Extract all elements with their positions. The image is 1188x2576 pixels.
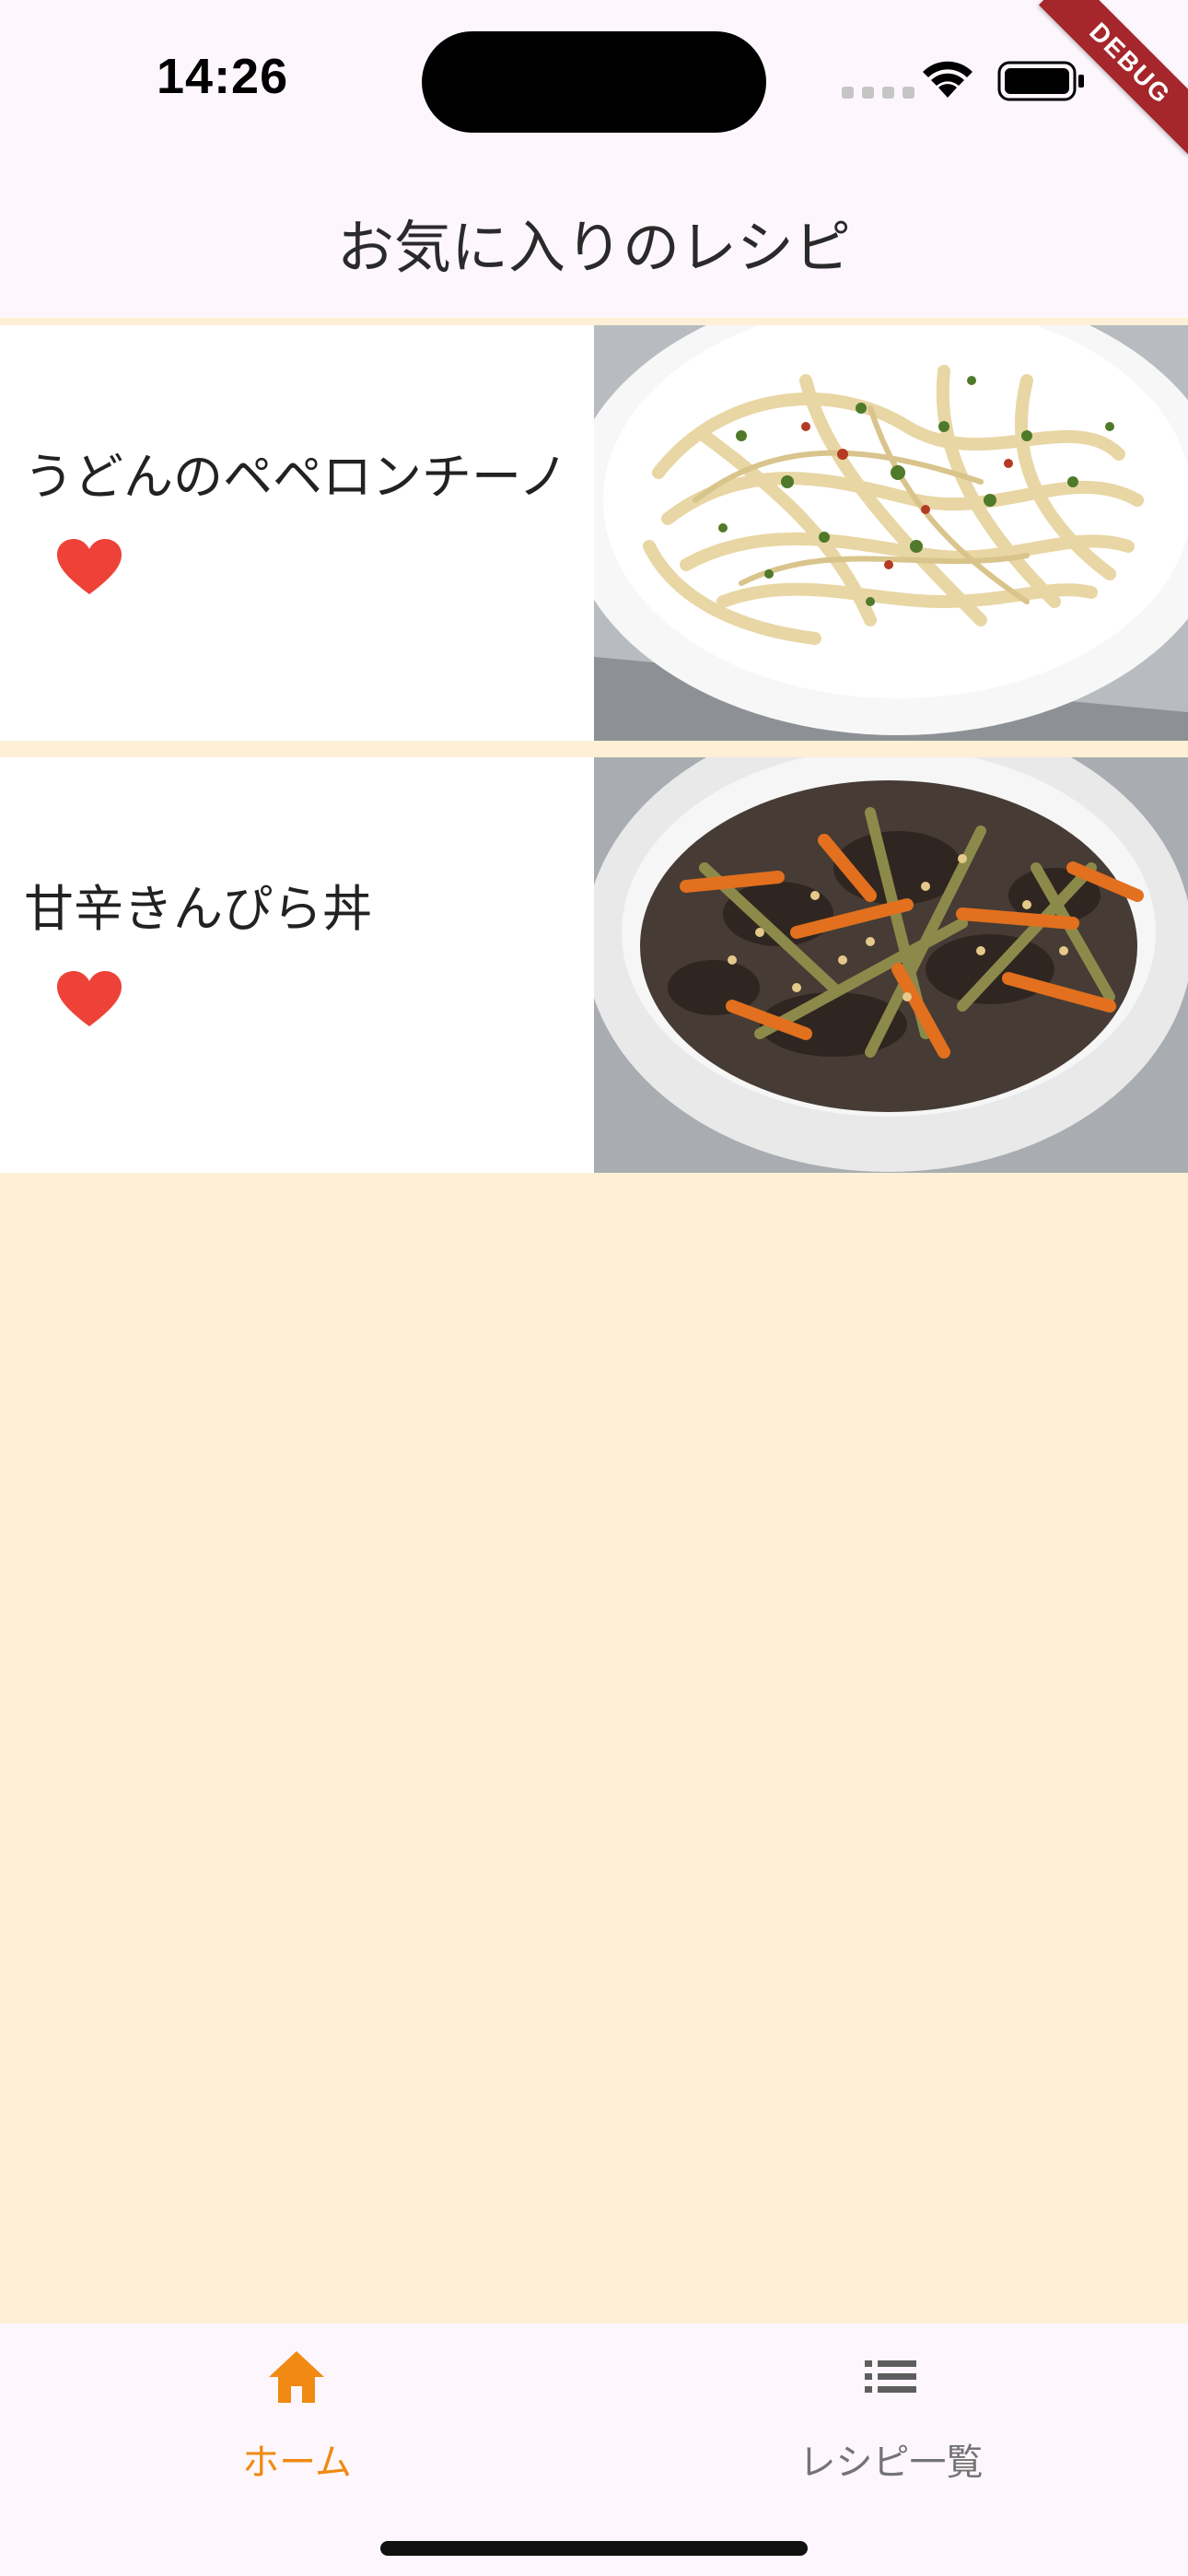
top-area: 14:26 DEBUG お気に入りのレシピ <box>0 0 1188 318</box>
nav-item-home[interactable]: ホーム <box>0 2324 594 2508</box>
kinpira-donburi-photo <box>594 757 1188 1173</box>
udon-peperoncino-photo <box>594 325 1188 741</box>
nav-label-home: ホーム <box>242 2441 352 2484</box>
screen: 14:26 DEBUG お気に入りのレシピ うどんのペペロンチーノ 甘辛きんぴら… <box>0 0 1188 2576</box>
bottom-navigation: ホーム レシピ一覧 <box>0 2324 1188 2576</box>
home-indicator <box>380 2541 808 2556</box>
recipe-name: 甘辛きんぴら丼 <box>24 880 372 938</box>
recipe-name: うどんのペペロンチーノ <box>24 448 568 506</box>
dynamic-island <box>422 31 766 133</box>
list-icon <box>865 2360 916 2393</box>
favorite-heart-icon[interactable] <box>57 539 122 596</box>
nav-label-recipe-list: レシピ一覧 <box>798 2441 984 2484</box>
page-title: お気に入りのレシピ <box>336 214 851 281</box>
favorite-heart-icon[interactable] <box>57 971 122 1028</box>
wifi-icon <box>923 61 973 98</box>
recipe-card[interactable]: 甘辛きんぴら丼 <box>0 757 1188 1173</box>
battery-icon <box>997 61 1084 101</box>
cellular-signal-icon <box>842 87 914 99</box>
status-time: 14:26 <box>157 49 289 104</box>
recipe-card[interactable]: うどんのペペロンチーノ <box>0 325 1188 741</box>
nav-item-recipe-list[interactable]: レシピ一覧 <box>594 2324 1188 2508</box>
home-icon <box>269 2351 324 2403</box>
